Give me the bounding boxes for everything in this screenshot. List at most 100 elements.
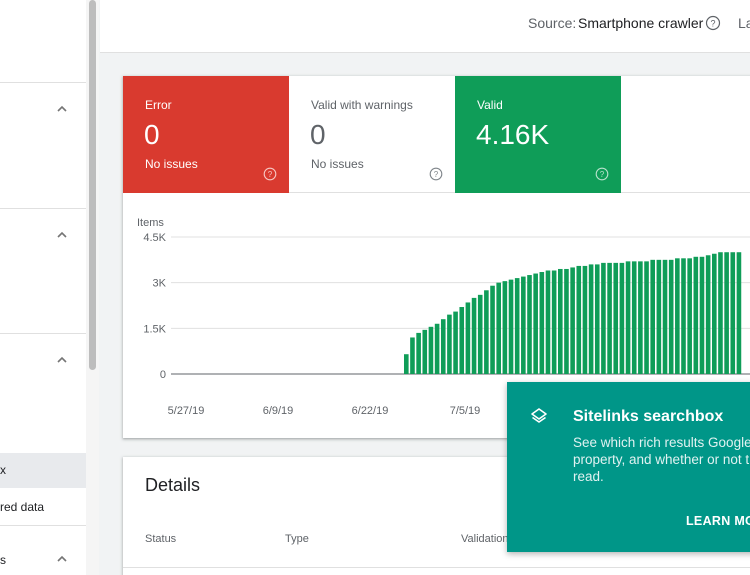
chart-bar	[410, 337, 415, 374]
error-tile[interactable]: Error 0 No issues ?	[123, 76, 289, 193]
chart-bar	[724, 252, 729, 374]
chart-bar	[490, 285, 495, 374]
chevron-up-icon[interactable]	[55, 552, 69, 566]
chevron-up-icon[interactable]	[55, 353, 69, 367]
chart-bar	[422, 329, 428, 374]
chart-bar	[662, 259, 668, 374]
y-axis-label: Items	[137, 217, 164, 229]
chart-bar	[416, 332, 421, 374]
column-header-validation[interactable]: Validation	[461, 533, 509, 545]
scrollbar-thumb[interactable]	[89, 0, 96, 370]
chart-bar	[650, 259, 655, 374]
chart-bar	[705, 255, 711, 374]
chart-bar	[471, 297, 477, 374]
svg-text:?: ?	[268, 170, 273, 179]
tile-label: Error	[145, 98, 172, 112]
tile-value: 4.16K	[476, 119, 550, 150]
tile-value: 0	[144, 119, 160, 150]
chevron-up-icon[interactable]	[55, 228, 69, 242]
svg-text:?: ?	[434, 170, 439, 179]
chart-bar	[570, 267, 575, 374]
chart-bar	[594, 264, 600, 374]
chart-bar	[607, 262, 612, 374]
y-tick-label: 0	[160, 369, 166, 381]
source-label: Source:	[528, 15, 577, 31]
popup-body-line: See which rich results Google	[573, 435, 750, 450]
tile-sub: No issues	[311, 157, 364, 171]
chart-bar	[656, 259, 662, 374]
chart-bar	[496, 282, 501, 374]
x-tick-label: 6/9/19	[263, 405, 294, 417]
tile-sub: No issues	[145, 157, 198, 171]
chart-bar	[484, 290, 489, 374]
tile-spacer	[621, 76, 750, 193]
chart-bar	[675, 258, 680, 374]
learn-more-button[interactable]: LEARN MO	[686, 514, 750, 528]
sidebar-item-selected[interactable]	[0, 453, 86, 488]
help-icon[interactable]: ?	[263, 167, 277, 181]
chart-bar	[459, 307, 465, 374]
help-icon[interactable]: ?	[595, 167, 609, 181]
chart-bar	[465, 302, 471, 374]
last-updated-label: La	[738, 15, 750, 31]
chart-bar	[539, 272, 545, 374]
chart-bar	[687, 258, 692, 374]
chart-bar	[681, 258, 686, 374]
sidebar-divider	[0, 208, 86, 209]
chart-bar	[736, 252, 742, 374]
chart-bar	[551, 270, 557, 374]
details-divider	[123, 567, 750, 568]
sidebar-item-label[interactable]: s	[0, 553, 6, 567]
sidebar-item-label[interactable]: x	[0, 463, 6, 477]
chart-bar	[521, 276, 526, 374]
sidebar-item-label[interactable]: red data	[0, 500, 44, 514]
chart-bar	[693, 256, 699, 374]
layers-icon	[529, 406, 549, 426]
column-header-status[interactable]: Status	[145, 533, 176, 545]
chart-bar	[502, 281, 508, 374]
help-icon[interactable]: ?	[705, 15, 721, 31]
chart-bar	[619, 262, 625, 374]
svg-text:?: ?	[710, 19, 715, 29]
chart-bar	[514, 278, 520, 374]
tile-value: 0	[310, 119, 326, 150]
tile-label: Valid with warnings	[311, 98, 413, 112]
chart-bar	[453, 311, 458, 374]
svg-text:?: ?	[600, 170, 605, 179]
x-tick-label: 7/5/19	[450, 405, 481, 417]
chart-bar	[699, 256, 705, 374]
chart-bar	[533, 273, 538, 374]
chart-bar	[447, 314, 452, 374]
chart-bar	[434, 323, 440, 374]
warning-tile[interactable]: Valid with warnings 0 No issues ?	[289, 76, 455, 193]
chart-bar	[631, 261, 637, 374]
column-header-type[interactable]: Type	[285, 533, 309, 545]
chart-bar	[508, 279, 514, 374]
y-tick-label: 1.5K	[143, 323, 166, 335]
chevron-up-icon[interactable]	[55, 102, 69, 116]
popup-body: See which rich results Google property, …	[573, 434, 750, 485]
x-tick-label: 6/22/19	[352, 405, 389, 417]
details-title: Details	[145, 475, 201, 495]
chart-bar	[558, 268, 563, 374]
chart-bar	[601, 262, 606, 374]
valid-tile[interactable]: Valid 4.16K ?	[455, 76, 621, 193]
chart-bar	[582, 265, 588, 374]
popup-title: Sitelinks searchbox	[573, 408, 724, 425]
chart-bar	[527, 275, 532, 374]
chart-bar	[545, 270, 551, 374]
chart-bar	[477, 294, 483, 374]
sidebar-nav: x red data s	[0, 0, 86, 575]
help-icon[interactable]: ?	[429, 167, 443, 181]
chart-bar	[613, 262, 619, 374]
chart-bar	[576, 265, 582, 374]
chart-bar	[564, 268, 569, 374]
chart-bar	[404, 354, 409, 374]
chart-bar	[718, 252, 723, 374]
top-bar: Source: Smartphone crawler ? La	[100, 0, 750, 53]
x-tick-label: 5/27/19	[168, 405, 205, 417]
sidebar-divider	[0, 525, 86, 526]
chart-bar	[440, 319, 446, 374]
chart-bar	[668, 259, 674, 374]
chart-bar	[625, 261, 631, 374]
